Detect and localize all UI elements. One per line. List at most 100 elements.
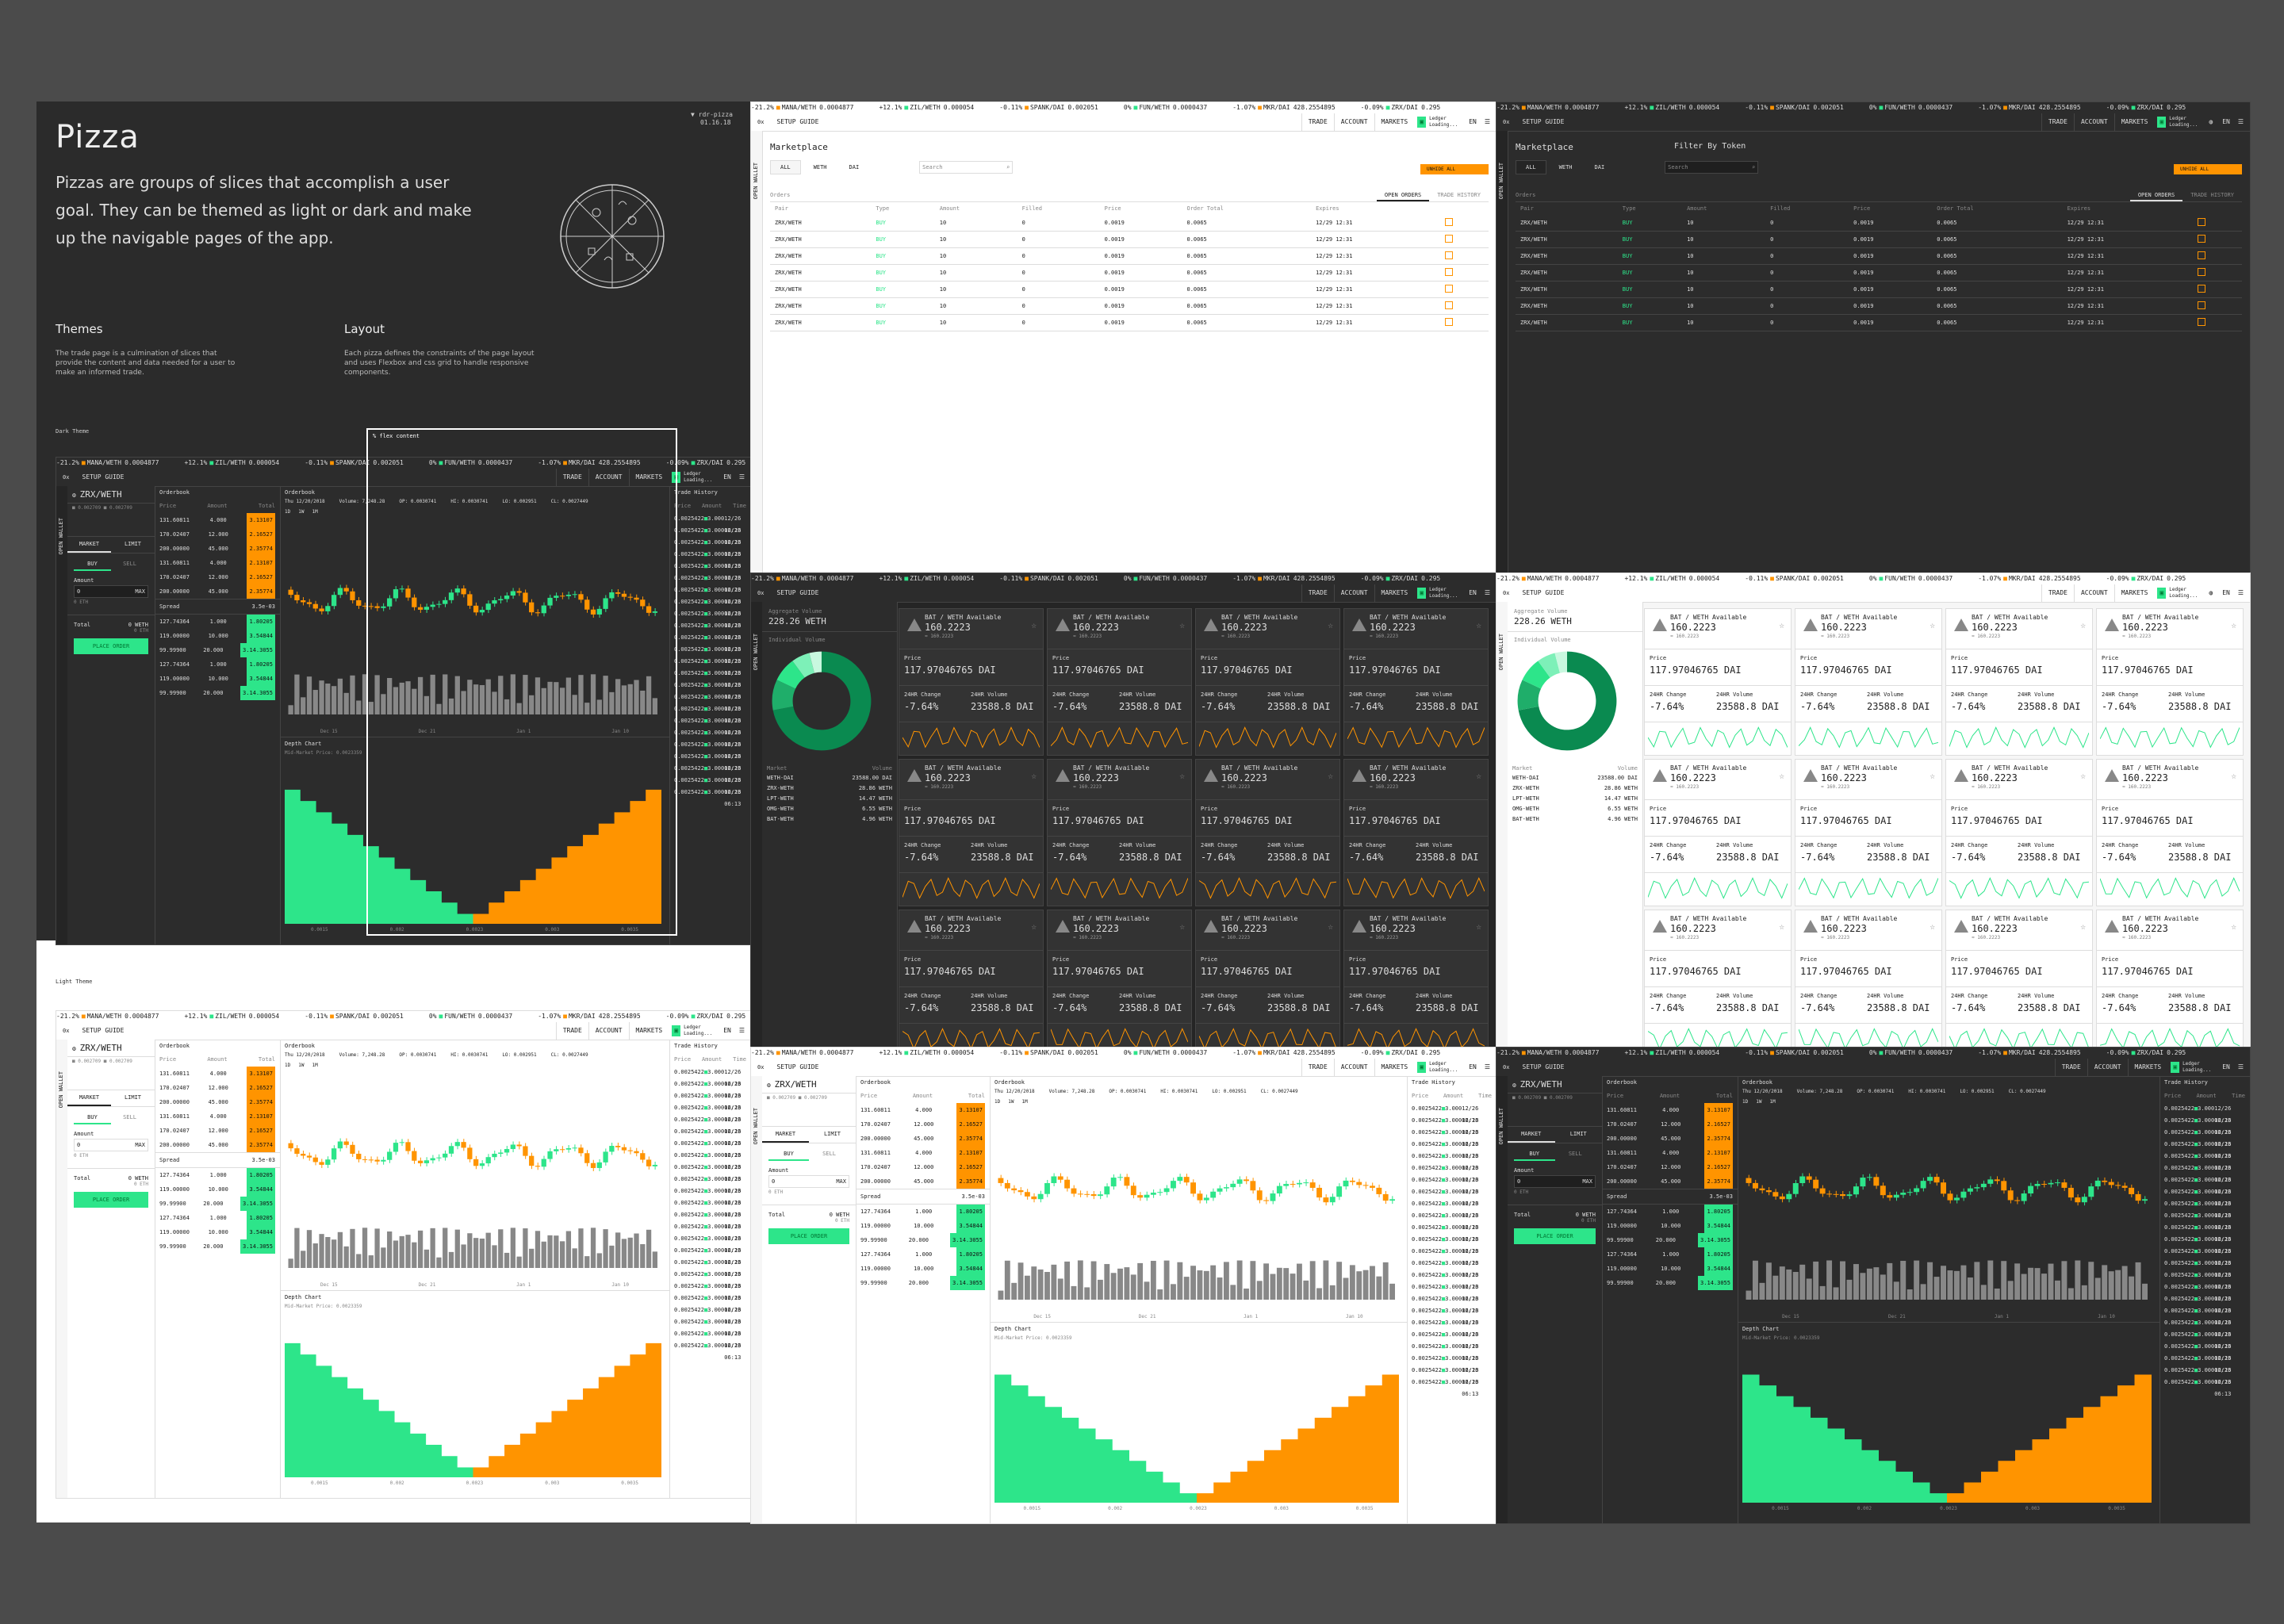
history-row[interactable]: 0.0025422 ■ 3.000 12/26 06:13 xyxy=(669,573,751,593)
market-card[interactable]: BAT / WETH Available 160.2223 ≈ 160.2223 ☆ P… xyxy=(2096,910,2244,1049)
market-card[interactable]: BAT / WETH Available 160.2223 ≈ 160.2223 ☆ P… xyxy=(899,759,1044,906)
volume-row[interactable]: WETH-DAI 23588.00 DAI xyxy=(1508,773,1642,783)
nav-trade[interactable]: TRADE xyxy=(1301,584,1334,602)
history-row[interactable]: 0.0025422 ■ 3.000 12/26 06:13 xyxy=(669,1209,751,1230)
ticker-item[interactable]: +12.1% ■ ZIL/WETH 0.000054 xyxy=(879,1049,987,1056)
order-row[interactable]: ZRX/WETH BUY 10 0 0.0019 0.0065 12/29 12:31 xyxy=(770,282,1489,298)
history-row[interactable]: 0.0025422 ■ 3.000 12/26 06:13 xyxy=(2159,1210,2250,1231)
favorite-star-icon[interactable]: ☆ xyxy=(1328,620,1333,630)
menu-icon[interactable]: ☰ xyxy=(1485,113,1490,131)
favorite-star-icon[interactable]: ☆ xyxy=(1031,921,1037,932)
ticker-item[interactable]: -1.07% ■ MKR/DAI 428.2554895 xyxy=(538,1013,653,1020)
orderbook-row[interactable]: 99.99900 20.000 3.14.3055 xyxy=(155,686,280,700)
logo[interactable]: 0x xyxy=(56,469,75,486)
orderbook-row[interactable]: 131.60811 4.000 2.13107 xyxy=(1602,1146,1738,1160)
range-tab[interactable]: 1M xyxy=(1769,1099,1775,1105)
order-checkbox[interactable] xyxy=(2197,318,2205,326)
ticker-item[interactable]: 0% ■ FUN/WETH 0.0000437 xyxy=(429,1013,525,1020)
pair-header[interactable]: ⚙ ZRX/WETH xyxy=(67,1040,155,1057)
history-row[interactable]: 0.0025422 ■ 3.000 12/26 06:13 xyxy=(669,1114,751,1135)
history-row[interactable]: 0.0025422 ■ 3.000 12/26 06:13 xyxy=(669,1150,751,1170)
nav-trade[interactable]: TRADE xyxy=(1301,113,1334,131)
orderbook-row[interactable]: 119.00000 10.000 3.54844 xyxy=(155,672,280,686)
filter-weth[interactable]: WETH xyxy=(804,161,837,174)
orderbook-row[interactable]: 119.00000 10.000 3.54844 xyxy=(155,1182,280,1197)
history-row[interactable]: 0.0025422 ■ 3.000 12/26 06:13 xyxy=(2159,1127,2250,1147)
language-select[interactable]: EN xyxy=(1469,113,1477,131)
menu-icon[interactable]: ☰ xyxy=(739,1022,745,1040)
filter-all[interactable]: ALL xyxy=(1516,160,1546,174)
favorite-star-icon[interactable]: ☆ xyxy=(1476,771,1481,781)
favorite-star-icon[interactable]: ☆ xyxy=(1328,921,1333,932)
history-row[interactable]: 0.0025422 ■ 3.000 12/26 06:13 xyxy=(669,584,751,605)
volume-row[interactable]: LPT-WETH 14.47 WETH xyxy=(762,794,897,804)
orderbook-row[interactable]: 99.99900 20.000 3.14.3055 xyxy=(155,1239,280,1254)
language-select[interactable]: EN xyxy=(723,469,731,486)
volume-donut-chart[interactable] xyxy=(770,649,873,753)
ticker-item[interactable]: -1.07% ■ MKR/DAI 428.2554895 xyxy=(1978,575,2093,582)
orderbook-row[interactable]: 200.00000 45.000 2.35774 xyxy=(1602,1132,1738,1146)
order-row[interactable]: ZRX/WETH BUY 10 0 0.0019 0.0065 12/29 12:31 xyxy=(1516,232,2242,248)
history-row[interactable]: 0.0025422 ■ 3.000 12/26 06:13 xyxy=(669,656,751,676)
market-card[interactable]: BAT / WETH Available 160.2223 ≈ 160.2223 ☆ P… xyxy=(1343,759,1489,906)
ticker-item[interactable]: +12.1% ■ ZIL/WETH 0.000054 xyxy=(1624,104,1732,111)
nav-markets[interactable]: MARKETS xyxy=(1374,1059,1415,1076)
history-row[interactable]: 0.0025422 ■ 3.000 12/26 06:13 xyxy=(2159,1353,2250,1373)
order-row[interactable]: ZRX/WETH BUY 10 0 0.0019 0.0065 12/29 12:31 xyxy=(1516,265,2242,282)
market-card[interactable]: BAT / WETH Available 160.2223 ≈ 160.2223 ☆ P… xyxy=(1945,759,2093,906)
orderbook-row[interactable]: 200.00000 45.000 2.35774 xyxy=(856,1174,990,1189)
market-card[interactable]: BAT / WETH Available 160.2223 ≈ 160.2223 ☆ P… xyxy=(2096,608,2244,756)
ticker-item[interactable]: +12.1% ■ ZIL/WETH 0.000054 xyxy=(184,1013,292,1020)
favorite-star-icon[interactable]: ☆ xyxy=(1930,620,1935,630)
order-row[interactable]: ZRX/WETH BUY 10 0 0.0019 0.0065 12/29 12:31 xyxy=(1516,315,2242,331)
nav-markets[interactable]: MARKETS xyxy=(1374,584,1415,602)
market-card[interactable]: BAT / WETH Available 160.2223 ≈ 160.2223 ☆ P… xyxy=(1644,910,1792,1049)
market-tab[interactable]: MARKET xyxy=(67,537,111,553)
pair-header[interactable]: ⚙ ZRX/WETH xyxy=(67,486,155,504)
open-orders-tab[interactable]: OPEN ORDERS xyxy=(2129,190,2183,201)
history-row[interactable]: 0.0025422 ■ 3.000 12/26 06:13 xyxy=(669,1281,751,1301)
history-row[interactable]: 0.0025422 ■ 3.000 12/26 06:13 xyxy=(669,703,751,724)
language-select[interactable]: EN xyxy=(723,1022,731,1040)
history-row[interactable]: 0.0025422 ■ 3.000 12/26 06:13 xyxy=(2159,1222,2250,1243)
history-row[interactable]: 0.0025422 ■ 3.000 12/26 06:13 xyxy=(669,739,751,760)
orderbook-row[interactable]: 200.00000 45.000 2.35774 xyxy=(155,584,280,599)
setup-guide-link[interactable]: SETUP GUIDE xyxy=(75,1022,130,1040)
volume-row[interactable]: LPT-WETH 14.47 WETH xyxy=(1508,794,1642,804)
orderbook-row[interactable]: 131.60811 4.000 3.13107 xyxy=(155,513,280,527)
ticker-item[interactable]: -0.09% ■ ZRX/DAI 0.295 xyxy=(2106,575,2199,582)
menu-icon[interactable]: ☰ xyxy=(2238,1059,2244,1076)
ledger-icon[interactable]: ▣ xyxy=(2157,117,2167,128)
nav-markets[interactable]: MARKETS xyxy=(2113,113,2155,131)
history-row[interactable]: 0.0025422 ■ 3.000 12/26 06:13 xyxy=(1407,1270,1496,1290)
price-candle-chart[interactable] xyxy=(280,1073,666,1279)
nav-account[interactable]: ACCOUNT xyxy=(2073,113,2114,131)
language-select[interactable]: EN xyxy=(1469,1059,1477,1076)
nav-trade[interactable]: TRADE xyxy=(2054,1059,2087,1076)
open-wallet-bar[interactable]: OPEN WALLET xyxy=(56,486,68,944)
nav-account[interactable]: ACCOUNT xyxy=(2073,584,2114,602)
price-candle-chart[interactable] xyxy=(1738,1109,2156,1311)
nav-trade[interactable]: TRADE xyxy=(1301,1059,1334,1076)
history-row[interactable]: 0.0025422 ■ 3.000 12/26 06:13 xyxy=(1407,1234,1496,1254)
favorite-star-icon[interactable]: ☆ xyxy=(1930,771,1935,781)
history-row[interactable]: 0.0025422 ■ 3.000 12/26 06:13 xyxy=(669,596,751,617)
range-tab[interactable]: 1D xyxy=(994,1099,1000,1105)
max-button[interactable]: MAX xyxy=(836,1178,846,1185)
history-row[interactable]: 0.0025422 ■ 3.000 12/26 06:13 xyxy=(669,1233,751,1254)
price-candle-chart[interactable] xyxy=(990,1109,1404,1311)
ticker-item[interactable]: -0.11% ■ SPANK/DAI 0.002051 xyxy=(999,575,1111,582)
orderbook-row[interactable]: 127.74364 1.000 1.80205 xyxy=(1602,1205,1738,1219)
history-row[interactable]: 0.0025422 ■ 3.000 12/26 06:13 xyxy=(1407,1174,1496,1195)
ticker-item[interactable]: -0.11% ■ SPANK/DAI 0.002051 xyxy=(1745,575,1857,582)
market-card[interactable]: BAT / WETH Available 160.2223 ≈ 160.2223 ☆ P… xyxy=(1343,608,1489,756)
ticker-item[interactable]: -0.09% ■ ZRX/DAI 0.295 xyxy=(666,459,751,466)
amount-input[interactable]: 0 MAX xyxy=(1514,1175,1596,1188)
order-checkbox[interactable] xyxy=(1444,268,1453,276)
market-card[interactable]: BAT / WETH Available 160.2223 ≈ 160.2223 ☆ P… xyxy=(1795,910,1942,1049)
nav-account[interactable]: ACCOUNT xyxy=(1333,113,1374,131)
history-row[interactable]: 0.0025422 ■ 3.000 12/26 06:13 xyxy=(1407,1329,1496,1350)
ledger-icon[interactable]: ▣ xyxy=(1417,588,1427,599)
ticker-item[interactable]: -21.2% ■ MANA/WETH 0.0004877 xyxy=(1496,1049,1611,1056)
amount-input[interactable]: 0 MAX xyxy=(74,585,148,598)
